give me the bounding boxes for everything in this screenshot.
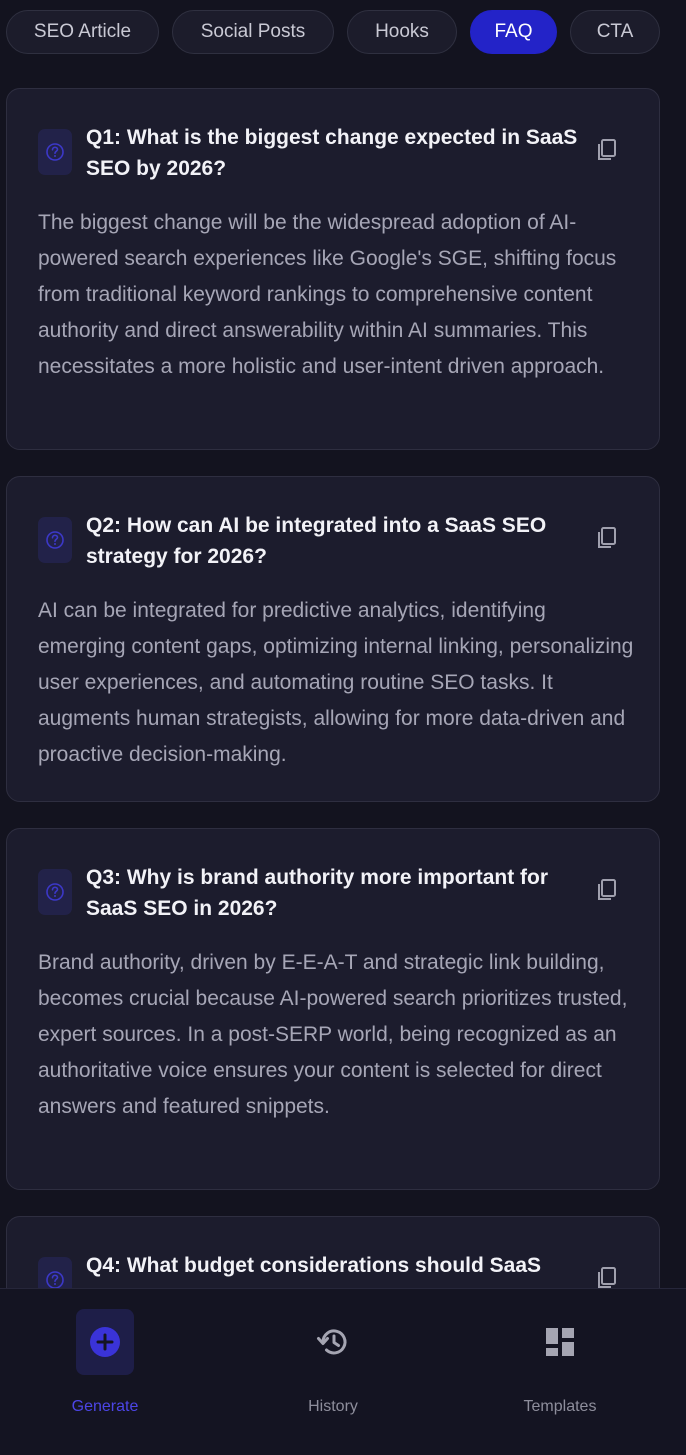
nav-templates[interactable]: Templates (490, 1309, 630, 1416)
nav-generate[interactable]: Generate (35, 1309, 175, 1416)
tab-cta[interactable]: CTA (570, 10, 660, 54)
nav-label: History (308, 1398, 358, 1415)
tab-hooks[interactable]: Hooks (347, 10, 457, 54)
faq-question: Q4: What budget considerations should Sa… (86, 1254, 542, 1277)
faq-answer: Brand authority, driven by E-E-A-T and s… (38, 951, 628, 1118)
help-icon (38, 129, 72, 175)
copy-icon[interactable] (595, 525, 619, 551)
faq-question: Q3: Why is brand authority more importan… (86, 866, 549, 920)
history-icon (304, 1309, 362, 1375)
help-icon (38, 517, 72, 563)
faq-question: Q2: How can AI be integrated into a SaaS… (86, 514, 547, 568)
tab-faq[interactable]: FAQ (470, 10, 557, 54)
bottom-navigation: Generate History Templates (0, 1288, 686, 1455)
nav-label: Templates (523, 1398, 597, 1415)
add-circle-icon (76, 1309, 134, 1375)
nav-label: Generate (71, 1398, 139, 1415)
copy-icon[interactable] (595, 137, 619, 163)
faq-card: Q1: What is the biggest change expected … (6, 88, 660, 450)
faq-answer: The biggest change will be the widesprea… (38, 211, 617, 378)
content-type-tabs: SEO Article Social Posts Hooks FAQ CTA (6, 10, 660, 54)
nav-history[interactable]: History (263, 1309, 403, 1416)
dashboard-icon (531, 1309, 589, 1375)
tab-social-posts[interactable]: Social Posts (172, 10, 334, 54)
faq-card: Q2: How can AI be integrated into a SaaS… (6, 476, 660, 802)
faq-question: Q1: What is the biggest change expected … (86, 126, 578, 180)
faq-answer: AI can be integrated for predictive anal… (38, 599, 634, 766)
help-icon (38, 869, 72, 915)
faq-card: Q3: Why is brand authority more importan… (6, 828, 660, 1190)
tab-seo-article[interactable]: SEO Article (6, 10, 159, 54)
copy-icon[interactable] (595, 877, 619, 903)
